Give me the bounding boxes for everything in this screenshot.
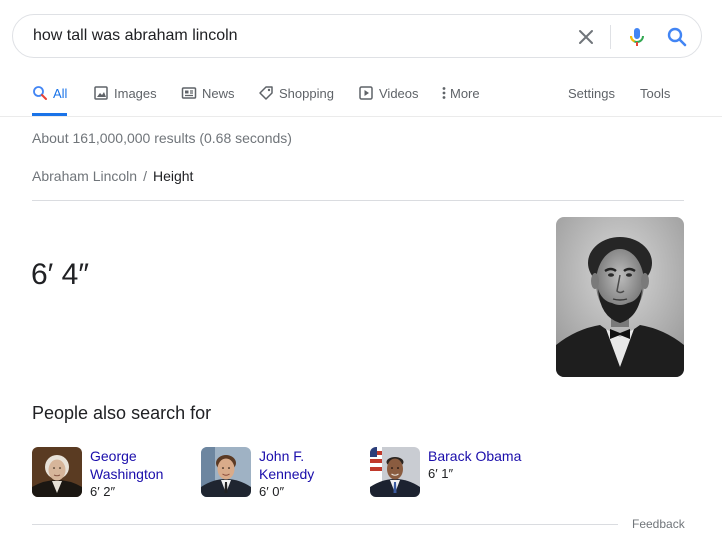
name-line: Kennedy: [259, 466, 315, 482]
result-stats: About 161,000,000 results (0.68 seconds): [32, 130, 292, 146]
breadcrumb-current: Height: [152, 168, 194, 184]
related-person-height: 6′ 0″: [259, 484, 285, 499]
tab-label: Images: [114, 86, 157, 101]
related-person-john-f-kennedy[interactable]: John F. Kennedy 6′ 0″: [201, 447, 361, 507]
tab-images[interactable]: Images: [93, 78, 157, 116]
lincoln-portrait[interactable]: [556, 217, 684, 377]
footer-divider: [32, 524, 618, 525]
settings-link[interactable]: Settings: [568, 78, 615, 116]
breadcrumb-parent[interactable]: Abraham Lincoln: [32, 168, 137, 184]
related-person-height: 6′ 1″: [428, 466, 454, 481]
name-line: Washington: [90, 466, 164, 482]
knowledge-panel-divider: [32, 200, 684, 201]
search-bar[interactable]: [12, 14, 702, 58]
newspaper-icon: [181, 85, 197, 101]
related-person-george-washington[interactable]: George Washington 6′ 2″: [32, 447, 192, 507]
tab-label: Tools: [640, 86, 671, 101]
search-icon: [32, 85, 48, 101]
play-icon: [358, 85, 374, 101]
tab-label: Settings: [568, 86, 615, 101]
name-line: George: [90, 448, 137, 464]
people-also-search-title: People also search for: [32, 403, 212, 423]
john-f-kennedy-thumbnail: [201, 447, 251, 497]
more-vert-icon: [440, 85, 448, 101]
feedback-link[interactable]: Feedback: [632, 517, 685, 531]
tab-news[interactable]: News: [181, 78, 235, 116]
related-person-name[interactable]: John F. Kennedy: [259, 447, 369, 483]
image-icon: [93, 85, 109, 101]
tab-label: Videos: [379, 86, 419, 101]
search-bar-divider: [610, 25, 611, 49]
name-line: John F.: [259, 448, 305, 464]
tab-videos[interactable]: Videos: [358, 78, 419, 116]
search-tabs: All Images News Shopping Videos More Set…: [0, 78, 722, 116]
tab-label: More: [450, 86, 480, 101]
tab-label: All: [53, 86, 68, 101]
search-icon[interactable]: [665, 25, 689, 49]
tag-icon: [258, 85, 274, 101]
tab-shopping[interactable]: Shopping: [258, 78, 334, 116]
related-person-barack-obama[interactable]: Barack Obama 6′ 1″: [370, 447, 540, 507]
related-person-name[interactable]: Barack Obama: [428, 447, 538, 465]
name-line: Barack Obama: [428, 448, 522, 464]
george-washington-thumbnail: [32, 447, 82, 497]
close-icon[interactable]: [575, 26, 597, 48]
tab-all[interactable]: All: [32, 78, 68, 116]
tools-link[interactable]: Tools: [640, 78, 670, 116]
related-person-name[interactable]: George Washington: [90, 447, 200, 483]
tab-label: News: [202, 86, 235, 101]
tab-label: Shopping: [279, 86, 334, 101]
tabs-divider: [0, 116, 722, 117]
microphone-icon[interactable]: [625, 25, 649, 49]
search-input[interactable]: [33, 15, 553, 57]
breadcrumb: Abraham Lincoln / Height: [32, 168, 193, 184]
breadcrumb-separator: /: [143, 168, 147, 184]
answer-value: 6′ 4″: [31, 258, 89, 291]
tab-more[interactable]: More: [440, 78, 480, 116]
related-person-height: 6′ 2″: [90, 484, 116, 499]
barack-obama-thumbnail: [370, 447, 420, 497]
